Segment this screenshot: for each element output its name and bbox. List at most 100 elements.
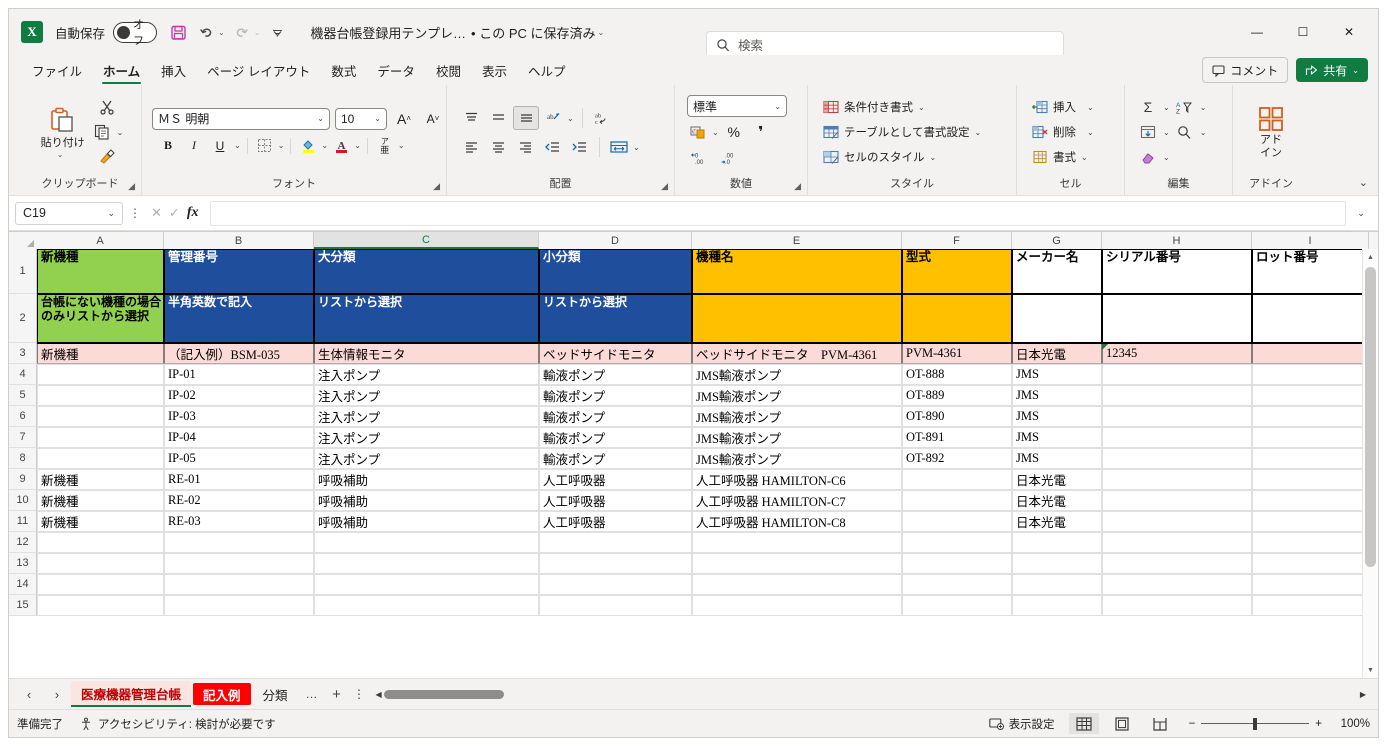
cell-C3[interactable]: 生体情報モニタ <box>314 343 539 364</box>
font-dialog-launcher[interactable]: ◢ <box>433 181 440 192</box>
cell-A3[interactable]: 新機種 <box>37 343 164 364</box>
column-header-H[interactable]: H <box>1102 232 1252 249</box>
column-header-F[interactable]: F <box>902 232 1012 249</box>
cell-E13[interactable] <box>692 553 902 574</box>
cell-G12[interactable] <box>1012 532 1102 553</box>
cell-F13[interactable] <box>902 553 1012 574</box>
borders-icon[interactable] <box>254 135 276 157</box>
row-header-9[interactable]: 9 <box>9 469 37 490</box>
minimize-button[interactable]: — <box>1234 14 1280 50</box>
row-header-12[interactable]: 12 <box>9 532 37 553</box>
cell-G7[interactable]: JMS <box>1012 427 1102 448</box>
cell-G14[interactable] <box>1012 574 1102 595</box>
hscroll-left-icon[interactable]: ◀ <box>376 690 382 699</box>
row-header-1[interactable]: 1 <box>9 249 37 294</box>
cell-A6[interactable] <box>37 406 164 427</box>
cell-F3[interactable]: PVM-4361 <box>902 343 1012 364</box>
add-sheet-button[interactable]: + <box>324 682 350 706</box>
row-header-10[interactable]: 10 <box>9 490 37 511</box>
cell-I3[interactable] <box>1252 343 1369 364</box>
tab-review[interactable]: 校閲 <box>427 58 470 85</box>
cell-E5[interactable]: JMS輸液ポンプ <box>692 385 902 406</box>
row-header-8[interactable]: 8 <box>9 448 37 469</box>
name-box-caret-icon[interactable]: ⌄ <box>107 208 115 219</box>
cell-H5[interactable] <box>1102 385 1252 406</box>
copy-caret-icon[interactable]: ⌄ <box>117 128 124 137</box>
cell-I8[interactable] <box>1252 448 1369 469</box>
alignment-dialog-launcher[interactable]: ◢ <box>661 181 668 192</box>
cell-G6[interactable]: JMS <box>1012 406 1102 427</box>
delete-cells-button[interactable]: 削除 ⌄ <box>1031 120 1094 144</box>
cell-I6[interactable] <box>1252 406 1369 427</box>
paste-button[interactable]: 貼り付け ⌄ <box>37 106 89 159</box>
cell-A5[interactable] <box>37 385 164 406</box>
sheet-menu-icon[interactable]: ⋮ <box>350 687 370 701</box>
header-cell-D1[interactable]: 小分類 <box>539 249 692 294</box>
cell-G5[interactable]: JMS <box>1012 385 1102 406</box>
cell-C12[interactable] <box>314 532 539 553</box>
cell-B3[interactable]: （記入例）BSM-035 <box>164 343 314 364</box>
align-left-icon[interactable] <box>459 136 483 158</box>
cell-G15[interactable] <box>1012 595 1102 616</box>
cell-C11[interactable]: 呼吸補助 <box>314 511 539 532</box>
fill-down-icon[interactable] <box>1137 121 1159 143</box>
cell-E4[interactable]: JMS輸液ポンプ <box>692 364 902 385</box>
display-settings-button[interactable]: 表示設定 <box>988 716 1055 732</box>
redo-caret-icon[interactable]: ⌄ <box>254 28 261 37</box>
cell-I11[interactable] <box>1252 511 1369 532</box>
cell-A7[interactable] <box>37 427 164 448</box>
merge-cells-icon[interactable] <box>608 136 630 158</box>
zoom-slider[interactable]: − + <box>1189 718 1322 730</box>
cell-G8[interactable]: JMS <box>1012 448 1102 469</box>
addins-button[interactable]: アド イン <box>1245 105 1297 159</box>
cell-D4[interactable]: 輸液ポンプ <box>539 364 692 385</box>
row-header-13[interactable]: 13 <box>9 553 37 574</box>
header-cell-I1[interactable]: ロット番号 <box>1252 249 1369 294</box>
fill-color-caret-icon[interactable]: ⌄ <box>321 141 328 150</box>
sheet-overflow-icon[interactable]: … <box>300 687 324 701</box>
cell-H8[interactable] <box>1102 448 1252 469</box>
formula-bar-expand-icon[interactable]: ⌄ <box>1350 208 1372 219</box>
cancel-entry-icon[interactable]: ✕ <box>151 205 162 221</box>
cell-H6[interactable] <box>1102 406 1252 427</box>
horizontal-scrollbar[interactable]: ◀ ▶ <box>375 688 1366 700</box>
cell-C5[interactable]: 注入ポンプ <box>314 385 539 406</box>
formula-input[interactable] <box>210 200 1346 226</box>
cell-B7[interactable]: IP-04 <box>164 427 314 448</box>
cell-B8[interactable]: IP-05 <box>164 448 314 469</box>
borders-caret-icon[interactable]: ⌄ <box>278 141 285 150</box>
cell-E12[interactable] <box>692 532 902 553</box>
header-cell-D2[interactable]: リストから選択 <box>539 294 692 343</box>
cell-C13[interactable] <box>314 553 539 574</box>
cell-A10[interactable]: 新機種 <box>37 490 164 511</box>
share-button[interactable]: 共有 ⌄ <box>1296 58 1368 82</box>
name-box[interactable]: C19 ⌄ <box>15 201 123 225</box>
cell-E3[interactable]: ベッドサイドモニタ PVM-4361 <box>692 343 902 364</box>
sort-filter-icon[interactable]: AZ <box>1174 96 1196 118</box>
cell-H14[interactable] <box>1102 574 1252 595</box>
cell-C9[interactable]: 呼吸補助 <box>314 469 539 490</box>
cell-D5[interactable]: 輸液ポンプ <box>539 385 692 406</box>
tab-formulas[interactable]: 数式 <box>322 58 365 85</box>
cell-I15[interactable] <box>1252 595 1369 616</box>
column-header-I[interactable]: I <box>1252 232 1369 249</box>
zoom-in-button[interactable]: + <box>1315 718 1322 730</box>
wrap-text-icon[interactable]: ab c <box>591 107 613 129</box>
horizontal-scroll-thumb[interactable] <box>383 689 504 699</box>
row-header-15[interactable]: 15 <box>9 595 37 616</box>
close-button[interactable]: ✕ <box>1326 14 1372 50</box>
formula-bar-more-icon[interactable]: ⋮ <box>127 206 143 220</box>
cell-F12[interactable] <box>902 532 1012 553</box>
tab-view[interactable]: 表示 <box>473 58 516 85</box>
row-header-6[interactable]: 6 <box>9 406 37 427</box>
sheet-tab-example[interactable]: 記入例 <box>193 683 251 705</box>
next-sheet-button[interactable]: › <box>43 682 71 706</box>
header-cell-F1[interactable]: 型式 <box>902 249 1012 294</box>
format-cells-caret-icon[interactable]: ⌄ <box>1081 153 1088 162</box>
header-cell-I2[interactable] <box>1252 294 1369 343</box>
cell-H15[interactable] <box>1102 595 1252 616</box>
hscroll-track[interactable] <box>383 689 1366 699</box>
font-color-caret-icon[interactable]: ⌄ <box>354 141 361 150</box>
cell-F8[interactable]: OT-892 <box>902 448 1012 469</box>
cell-D15[interactable] <box>539 595 692 616</box>
